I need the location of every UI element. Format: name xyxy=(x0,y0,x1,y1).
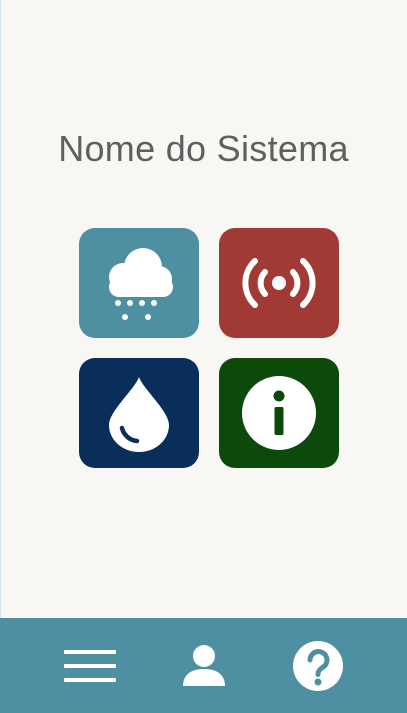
weather-tile-button[interactable] xyxy=(79,228,199,338)
left-edge-line xyxy=(0,0,1,618)
water-drop-icon xyxy=(109,377,169,452)
info-circle-icon xyxy=(242,376,316,450)
page-title: Nome do Sistema xyxy=(58,128,349,169)
broadcast-signal-icon xyxy=(242,258,316,308)
bottom-navigation-bar xyxy=(0,618,407,713)
water-tile-button[interactable] xyxy=(79,358,199,468)
help-circle-icon xyxy=(293,640,343,691)
hamburger-menu-icon xyxy=(64,649,116,682)
help-button[interactable] xyxy=(273,618,363,713)
user-icon xyxy=(183,644,225,686)
menu-button[interactable] xyxy=(45,618,135,713)
signal-tile-button[interactable] xyxy=(219,228,339,338)
info-tile-button[interactable] xyxy=(219,358,339,468)
cloud-snow-icon xyxy=(109,248,173,320)
user-profile-button[interactable] xyxy=(159,618,249,713)
